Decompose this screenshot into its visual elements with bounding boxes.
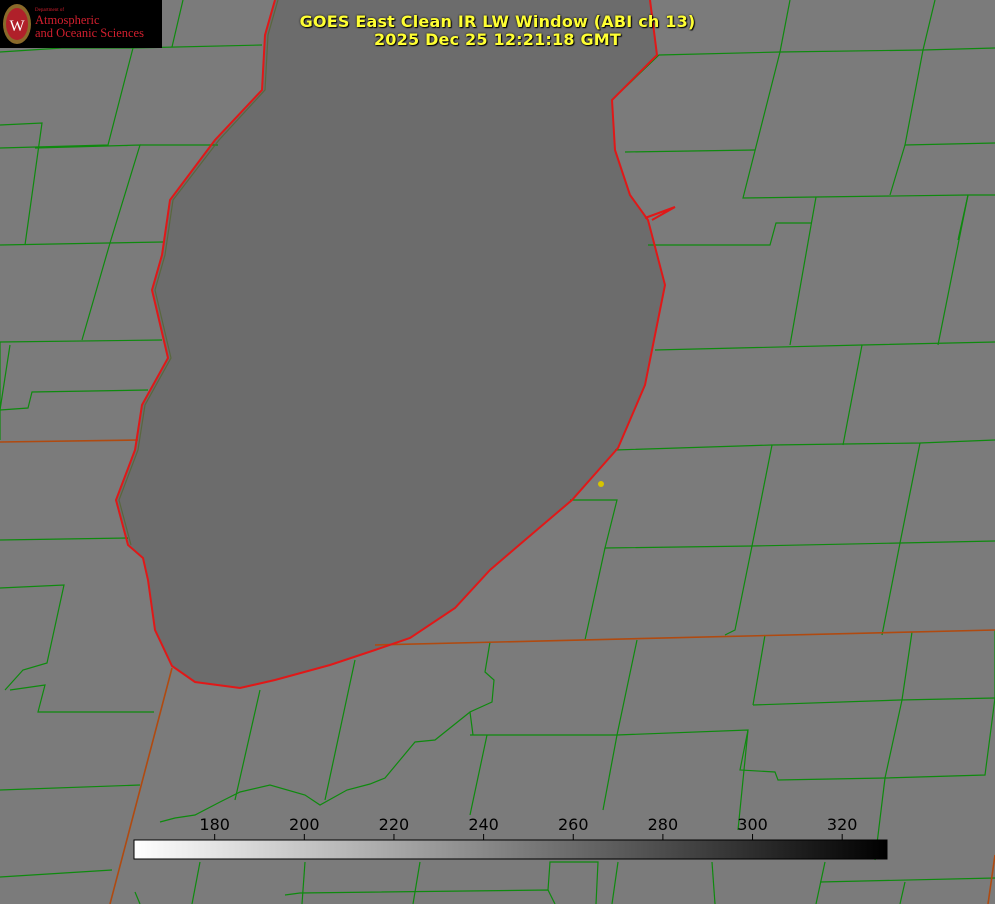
colorbar-tick-label: 280 [647, 815, 679, 834]
colorbar-tick-label: 320 [826, 815, 858, 834]
colorbar-tick-label: 220 [378, 815, 410, 834]
colorbar-tick-label: 300 [737, 815, 768, 834]
colorbar-tick-label: 240 [468, 815, 499, 834]
uw-seal-icon: W [3, 4, 31, 44]
colorbar [133, 839, 888, 860]
svg-text:W: W [9, 18, 25, 35]
colorbar-tick-label: 260 [557, 815, 589, 834]
colorbar-tick-label: 180 [199, 815, 230, 834]
satellite-map [0, 0, 995, 904]
logo-line2: and Oceanic Sciences [35, 26, 144, 40]
colorbar-tick-label: 200 [289, 815, 320, 834]
site-marker [598, 481, 604, 487]
aos-logo: W Department of Atmospheric and Oceanic … [0, 0, 162, 48]
